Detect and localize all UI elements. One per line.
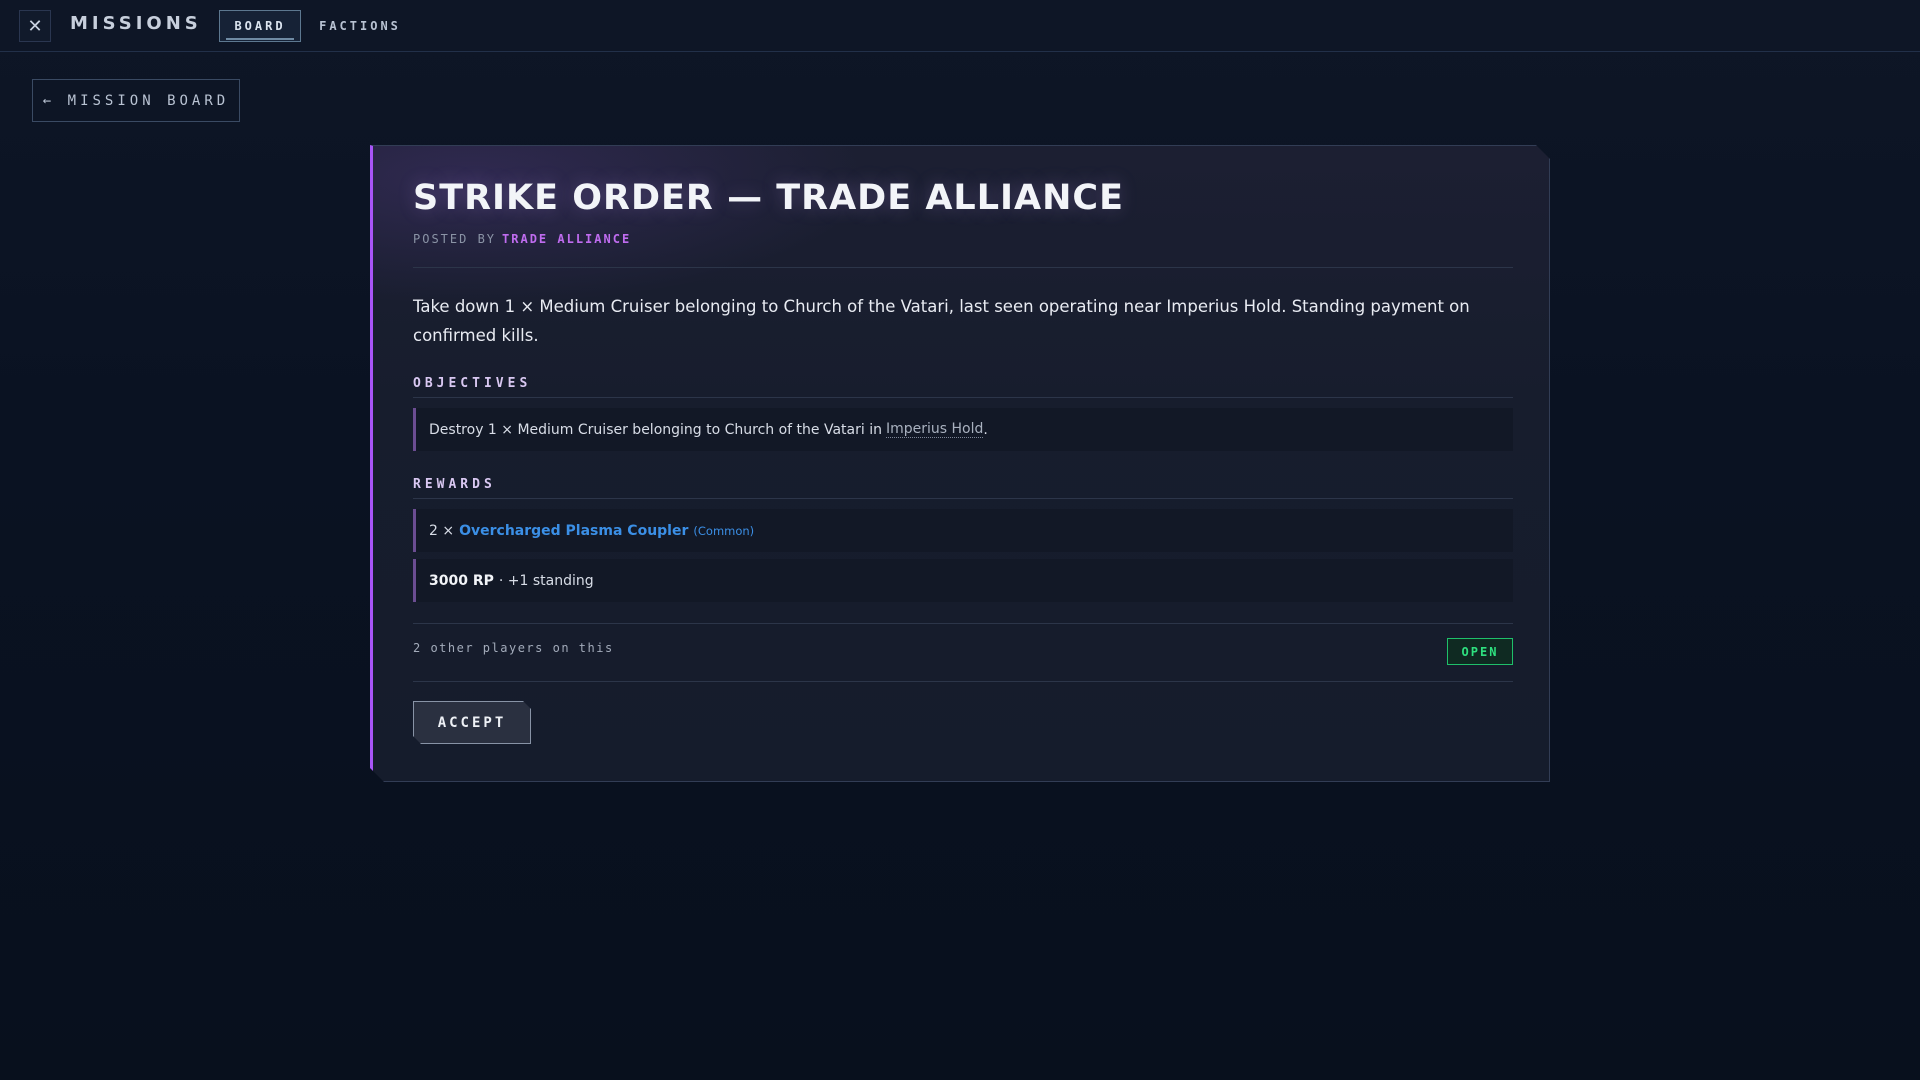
reward-rp-amount: 3000 RP (429, 572, 494, 589)
mission-description: Take down 1 × Medium Cruiser belonging t… (413, 297, 1470, 345)
reward-rarity: (Common) (693, 523, 755, 538)
posted-by-label: POSTED BY (413, 232, 497, 246)
tab-board[interactable]: BOARD (219, 10, 301, 42)
other-players-count: 2 other players on this (413, 641, 614, 655)
status-badge: OPEN (1447, 638, 1513, 665)
tab-factions[interactable]: FACTIONS (318, 10, 402, 42)
card-glow (373, 146, 873, 306)
objective-text: Destroy 1 × Medium Cruiser belonging to … (429, 421, 882, 438)
divider (413, 623, 1513, 624)
reward-row-rp: 3000 RP · +1 standing (413, 559, 1513, 602)
divider (413, 681, 1513, 682)
top-bar: ✕ MISSIONS BOARD FACTIONS (0, 0, 1920, 52)
location-link[interactable]: Imperius Hold (886, 421, 983, 438)
posted-by-faction-link[interactable]: TRADE ALLIANCE (502, 232, 631, 246)
objective-suffix: . (983, 421, 988, 438)
reward-quantity: 2 × (429, 522, 455, 539)
reward-item-link[interactable]: Overcharged Plasma Coupler (459, 523, 688, 539)
divider (413, 498, 1513, 499)
close-icon: ✕ (27, 15, 43, 37)
app-title: MISSIONS (70, 13, 202, 34)
posted-by: POSTED BY TRADE ALLIANCE (413, 232, 631, 246)
rewards-heading: REWARDS (413, 477, 496, 492)
mission-card: STRIKE ORDER — TRADE ALLIANCE POSTED BY T… (370, 145, 1550, 782)
mission-title: STRIKE ORDER — TRADE ALLIANCE (413, 178, 1125, 218)
divider (413, 397, 1513, 398)
divider (413, 267, 1513, 268)
objectives-heading: OBJECTIVES (413, 376, 532, 391)
objective-row: Destroy 1 × Medium Cruiser belonging to … (413, 408, 1513, 451)
reward-row-item: 2 × Overcharged Plasma Coupler (Common) (413, 509, 1513, 552)
back-to-mission-board-button[interactable]: ← MISSION BOARD (32, 79, 240, 122)
close-button[interactable]: ✕ (19, 10, 51, 42)
reward-standing: · +1 standing (498, 572, 594, 589)
accept-button[interactable]: ACCEPT (413, 701, 531, 744)
